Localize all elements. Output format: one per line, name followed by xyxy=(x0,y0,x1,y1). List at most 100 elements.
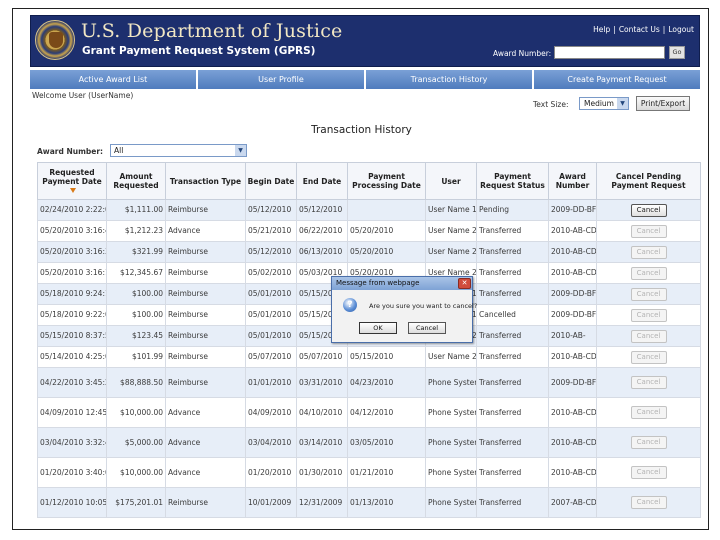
cell-status: Transferred xyxy=(476,397,549,428)
cell-transaction-type: Advance xyxy=(165,427,246,458)
table-row: 04/22/2010 3:45:28 PM$88,888.50Reimburse… xyxy=(37,367,701,398)
dialog-cancel-button[interactable]: Cancel xyxy=(408,322,446,334)
cell-cancel: Cancel xyxy=(596,367,701,398)
cell-user: Phone System User xyxy=(425,457,477,488)
nav-active-award-list[interactable]: Active Award List xyxy=(30,70,198,89)
go-button[interactable]: Go xyxy=(669,46,685,59)
col-begin-date[interactable]: Begin Date xyxy=(245,162,297,200)
award-number-input[interactable] xyxy=(554,46,665,59)
cell-user: User Name 2 xyxy=(425,241,477,263)
cell-user: User Name 2 xyxy=(425,220,477,242)
main-nav: Active Award List User Profile Transacti… xyxy=(30,70,700,89)
cell-award-number: 2010-AB-CD-1234 xyxy=(548,346,597,368)
col-requested-payment-date[interactable]: Requested Payment Date xyxy=(37,162,107,200)
chevron-down-icon: ▼ xyxy=(235,145,246,156)
text-size-select[interactable]: Medium ▼ xyxy=(579,97,629,110)
dialog-message: Are you sure you want to cancel? xyxy=(369,302,478,310)
table-row: 02/24/2010 2:22:06 PM$1,111.00Reimburse0… xyxy=(37,199,701,221)
cell-status: Transferred xyxy=(476,220,549,242)
cell-begin-date: 05/01/2010 xyxy=(245,304,297,326)
cell-transaction-type: Advance xyxy=(165,397,246,428)
cell-award-number: 2010-AB-CD-1234 xyxy=(548,262,597,284)
cell-user: User Name 2 xyxy=(425,346,477,368)
cell-amount: $12,345.67 xyxy=(106,262,166,284)
col-transaction-type[interactable]: Transaction Type xyxy=(165,162,246,200)
cell-award-number: 2007-AB-CD-5678 xyxy=(548,487,597,518)
nav-user-profile[interactable]: User Profile xyxy=(198,70,366,89)
cell-processing-date: 03/05/2010 xyxy=(347,427,426,458)
cell-requested-date: 04/22/2010 3:45:28 PM xyxy=(37,367,107,398)
close-icon[interactable]: ✕ xyxy=(458,278,471,289)
cell-cancel: Cancel xyxy=(596,262,701,284)
cell-begin-date: 10/01/2009 xyxy=(245,487,297,518)
col-end-date[interactable]: End Date xyxy=(296,162,348,200)
print-export-button[interactable]: Print/Export xyxy=(636,96,690,111)
cell-status: Transferred xyxy=(476,457,549,488)
cell-begin-date: 05/01/2010 xyxy=(245,283,297,305)
top-links: Help | Contact Us | Logout xyxy=(593,25,694,34)
cell-requested-date: 05/20/2010 3:16:16 PM xyxy=(37,262,107,284)
cell-award-number: 2010-AB-CD-1234 xyxy=(548,241,597,263)
agency-title: U.S. Department of Justice xyxy=(81,20,343,42)
cell-status: Transferred xyxy=(476,283,549,305)
cell-end-date: 01/30/2010 xyxy=(296,457,348,488)
cell-requested-date: 02/24/2010 2:22:06 PM xyxy=(37,199,107,221)
table-row: 04/09/2010 12:45:11 PM$10,000.00Advance0… xyxy=(37,397,701,428)
question-icon: ? xyxy=(343,298,357,312)
col-amount-requested[interactable]: Amount Requested xyxy=(106,162,166,200)
col-payment-processing-date[interactable]: Payment Processing Date xyxy=(347,162,426,200)
cell-transaction-type: Reimburse xyxy=(165,199,246,221)
col-user[interactable]: User xyxy=(425,162,477,200)
cell-status: Transferred xyxy=(476,346,549,368)
dialog-body: ? Are you sure you want to cancel? OK Ca… xyxy=(332,290,477,342)
text-size-label: Text Size: xyxy=(533,100,569,109)
sort-desc-icon xyxy=(70,188,76,193)
cancel-payment-button: Cancel xyxy=(630,496,667,509)
site-header: U.S. Department of Justice Grant Payment… xyxy=(30,15,700,67)
cell-requested-date: 05/15/2010 8:37:52 AM xyxy=(37,325,107,347)
cell-requested-date: 05/20/2010 3:16:47 PM xyxy=(37,220,107,242)
cell-amount: $321.99 xyxy=(106,241,166,263)
col-award-number[interactable]: Award Number xyxy=(548,162,597,200)
award-filter-select[interactable]: All ▼ xyxy=(110,144,247,157)
cell-user: Phone System User xyxy=(425,487,477,518)
cell-begin-date: 01/20/2010 xyxy=(245,457,297,488)
help-link[interactable]: Help xyxy=(593,25,610,34)
cancel-payment-button[interactable]: Cancel xyxy=(630,203,667,217)
nav-transaction-history[interactable]: Transaction History xyxy=(366,70,534,89)
cell-amount: $1,212.23 xyxy=(106,220,166,242)
award-filter-label: Award Number: xyxy=(37,147,104,156)
cell-cancel: Cancel xyxy=(596,241,701,263)
logout-link[interactable]: Logout xyxy=(668,25,694,34)
cancel-payment-button: Cancel xyxy=(630,406,667,419)
cancel-payment-button: Cancel xyxy=(630,245,667,259)
cancel-payment-button: Cancel xyxy=(630,376,667,389)
cell-requested-date: 05/18/2010 9:24:12 AM xyxy=(37,283,107,305)
cell-award-number: 2010-AB-CD-1234 xyxy=(548,220,597,242)
cell-award-number: 2009-DD-BF-4567 xyxy=(548,304,597,326)
cell-transaction-type: Reimburse xyxy=(165,325,246,347)
award-filter-value: All xyxy=(114,146,124,155)
nav-create-payment-request[interactable]: Create Payment Request xyxy=(534,70,700,89)
cell-requested-date: 01/20/2010 3:40:04 PM xyxy=(37,457,107,488)
cell-status: Transferred xyxy=(476,262,549,284)
cell-begin-date: 05/21/2010 xyxy=(245,220,297,242)
col-payment-request-status[interactable]: Payment Request Status xyxy=(476,162,549,200)
cell-cancel: Cancel xyxy=(596,304,701,326)
contact-us-link[interactable]: Contact Us xyxy=(619,25,660,34)
cell-cancel: Cancel xyxy=(596,199,701,221)
cell-begin-date: 03/04/2010 xyxy=(245,427,297,458)
ok-button[interactable]: OK xyxy=(359,322,397,334)
cell-transaction-type: Reimburse xyxy=(165,346,246,368)
cell-requested-date: 01/12/2010 10:05:17 AM xyxy=(37,487,107,518)
cell-user: Phone System User xyxy=(425,367,477,398)
chevron-down-icon: ▼ xyxy=(617,98,628,109)
cell-amount: $1,111.00 xyxy=(106,199,166,221)
link-separator: | xyxy=(613,25,616,34)
cell-processing-date: 01/13/2010 xyxy=(347,487,426,518)
cell-status: Transferred xyxy=(476,487,549,518)
cell-cancel: Cancel xyxy=(596,457,701,488)
cell-begin-date: 05/02/2010 xyxy=(245,262,297,284)
table-row: 03/04/2010 3:32:43 PM$5,000.00Advance03/… xyxy=(37,427,701,458)
cell-cancel: Cancel xyxy=(596,325,701,347)
